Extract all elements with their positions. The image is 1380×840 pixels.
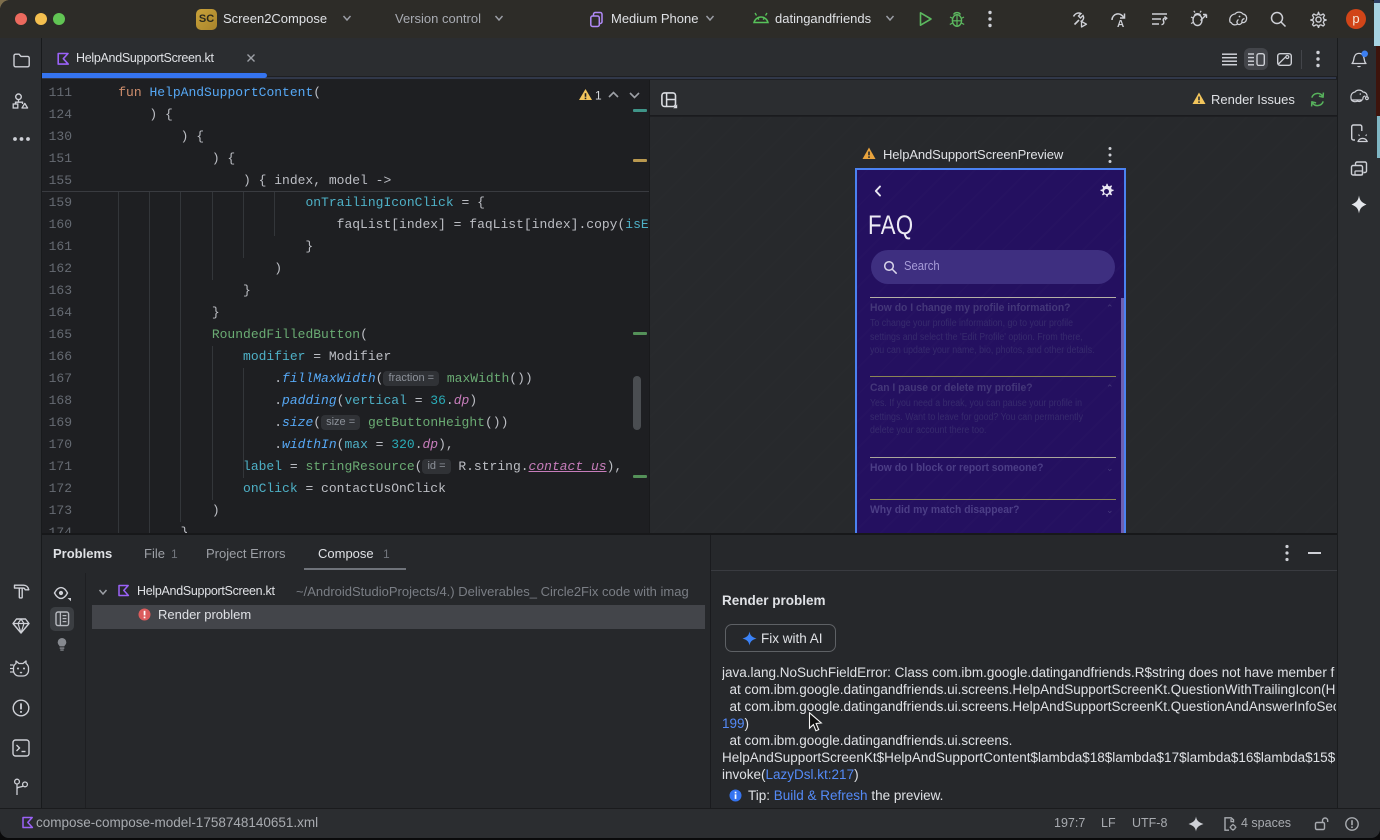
svg-text:A: A — [1117, 19, 1124, 28]
svg-text:1: 1 — [595, 89, 602, 103]
